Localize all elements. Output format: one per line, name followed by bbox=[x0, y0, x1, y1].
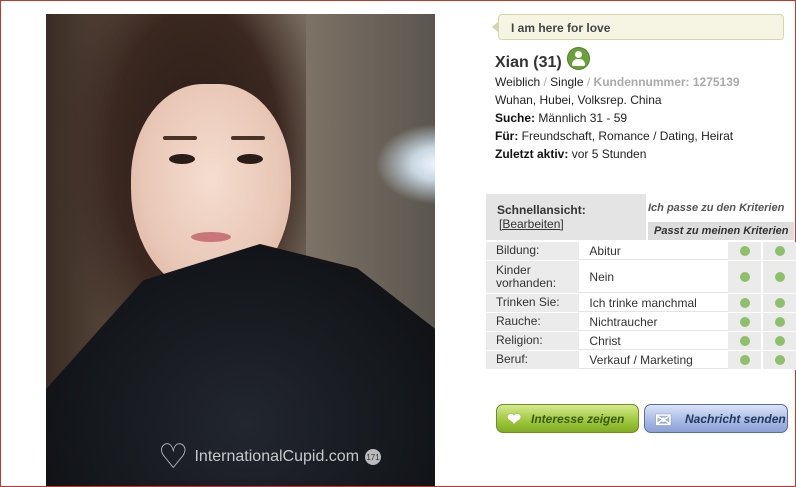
criteria-match-mine-header: Passt zu meinen Kriterien bbox=[648, 222, 794, 240]
match-dot-icon bbox=[740, 272, 751, 282]
gender-status-line: Weiblich / Single / Kundennummer: 127513… bbox=[495, 75, 740, 89]
row-value: Nichtraucher bbox=[579, 313, 729, 331]
row-value: Abitur bbox=[579, 242, 729, 260]
looking-for-line: Für: Freundschaft, Romance / Dating, Hei… bbox=[495, 129, 733, 143]
match-dot-icon bbox=[775, 317, 786, 327]
separator: / bbox=[540, 75, 551, 89]
match-dot-icon bbox=[775, 272, 786, 282]
photo-eye-left bbox=[169, 154, 195, 164]
person-icon bbox=[567, 47, 590, 70]
profile-photo[interactable]: ♡ InternationalCupid.com 171 bbox=[46, 14, 435, 486]
for-label: Für: bbox=[495, 129, 519, 143]
gender: Weiblich bbox=[495, 75, 541, 89]
match-dot-icon bbox=[740, 317, 751, 327]
photo-eye-right bbox=[237, 154, 263, 164]
seeking-label: Suche: bbox=[495, 111, 536, 125]
active-value: vor 5 Stunden bbox=[571, 147, 647, 161]
heart-icon: ❤ bbox=[507, 410, 522, 429]
photo-brow-right bbox=[231, 136, 265, 140]
row-value: Verkauf / Marketing bbox=[579, 351, 729, 369]
photo-brow-left bbox=[163, 136, 197, 140]
criteria-i-match-header: Ich passe zu den Kriterien bbox=[648, 202, 785, 214]
table-row: Religion: Christ bbox=[486, 332, 796, 351]
show-interest-label: Interesse zeigen bbox=[531, 411, 625, 426]
profile-name: Xian (31) bbox=[495, 54, 562, 71]
table-row: Bildung: Abitur bbox=[486, 242, 796, 261]
table-row: Kinder vorhanden: Nein bbox=[486, 261, 796, 294]
row-value: Nein bbox=[579, 261, 729, 293]
match-dot-icon bbox=[740, 246, 751, 256]
photo-count-badge[interactable]: 171 bbox=[365, 449, 382, 465]
row-key: Kinder vorhanden: bbox=[486, 261, 580, 293]
match-dot-icon bbox=[740, 355, 751, 365]
row-value: Ich trinke manchmal bbox=[579, 294, 729, 312]
status-bubble: I am here for love bbox=[492, 14, 784, 40]
location: Wuhan, Hubei, Volksrep. China bbox=[495, 93, 662, 107]
send-message-label: Nachricht senden bbox=[685, 411, 786, 426]
photo-lips bbox=[191, 232, 231, 242]
table-row: Beruf: Verkauf / Marketing bbox=[486, 351, 796, 370]
row-key: Rauche: bbox=[486, 313, 580, 331]
match-dot-icon bbox=[775, 298, 786, 308]
member-number: Kundennummer: 1275139 bbox=[593, 75, 740, 89]
match-dot-icon bbox=[775, 355, 786, 365]
relationship-status: Single bbox=[550, 75, 584, 89]
row-key: Trinken Sie: bbox=[486, 294, 580, 312]
row-key: Beruf: bbox=[486, 351, 580, 369]
active-label: Zuletzt aktiv: bbox=[495, 147, 569, 161]
row-key: Bildung: bbox=[486, 242, 580, 260]
table-row: Rauche: Nichtraucher bbox=[486, 313, 796, 332]
for-value: Freundschaft, Romance / Dating, Heirat bbox=[521, 129, 734, 143]
send-message-button[interactable]: ✉ Nachricht senden bbox=[644, 404, 788, 433]
table-row: Trinken Sie: Ich trinke manchmal bbox=[486, 294, 796, 313]
row-key: Religion: bbox=[486, 332, 580, 350]
match-dot-icon bbox=[740, 336, 751, 346]
row-value: Christ bbox=[579, 332, 729, 350]
separator: / bbox=[583, 75, 594, 89]
match-dot-icon bbox=[775, 246, 786, 256]
last-active-line: Zuletzt aktiv: vor 5 Stunden bbox=[495, 147, 646, 161]
seeking-line: Suche: Männlich 31 - 59 bbox=[495, 111, 627, 125]
edit-link[interactable]: [Bearbeiten] bbox=[499, 217, 646, 231]
seeking-value: Männlich 31 - 59 bbox=[538, 111, 628, 125]
quick-view-title: Schnellansicht: bbox=[497, 203, 586, 217]
match-dot-icon bbox=[775, 336, 786, 346]
heart-logo-icon: ♡ bbox=[158, 438, 189, 476]
watermark-text: InternationalCupid.com bbox=[194, 448, 360, 465]
envelope-icon: ✉ bbox=[655, 410, 672, 432]
quick-view-header: Schnellansicht: [Bearbeiten] bbox=[486, 194, 646, 240]
match-dot-icon bbox=[740, 298, 751, 308]
watermark-logo: ♡ InternationalCupid.com 171 bbox=[158, 438, 382, 476]
show-interest-button[interactable]: ❤ Interesse zeigen bbox=[496, 404, 639, 433]
